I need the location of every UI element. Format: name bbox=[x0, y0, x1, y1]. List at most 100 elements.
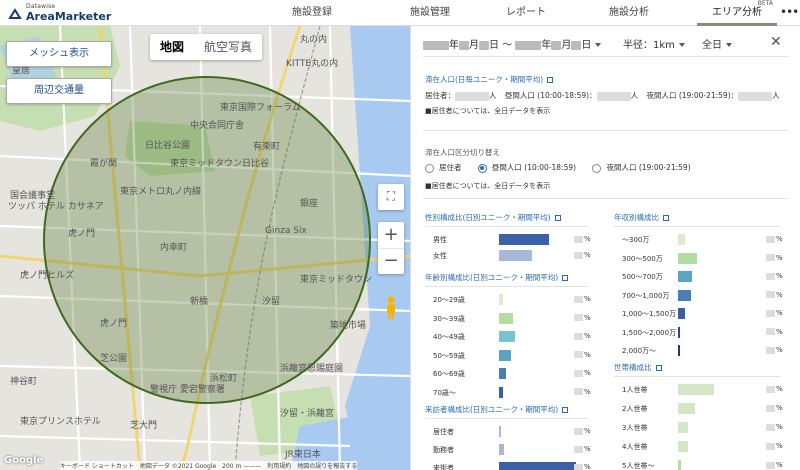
logo-mark-icon bbox=[8, 8, 22, 19]
close-icon[interactable]: ✕ bbox=[770, 34, 782, 50]
top-nav-bar: Datawise AreaMarketer 施設登録 施設管理 レポート 施設分析 エリ… bbox=[0, 0, 800, 26]
radius-select[interactable]: 半径：1km bbox=[623, 36, 685, 51]
zoom-out-button[interactable]: − bbox=[378, 248, 404, 274]
map-view[interactable]: 皇居 丸の内 KITTE丸の内 東京国際フォーラム 中央合同庁舎 日比谷公園 有楽町 霞が関東… bbox=[0, 26, 410, 470]
age-row-label: 20～29歳 bbox=[433, 296, 465, 304]
external-link-icon bbox=[655, 365, 662, 371]
gender-percent: % bbox=[574, 235, 591, 243]
date-range-select[interactable]: 年月日 ～ 年月日 bbox=[423, 36, 602, 51]
radio-nighttime[interactable]: 夜間人口 (19:00-21:59) bbox=[592, 163, 691, 173]
gender-chart-title[interactable]: 性別構成比(日別ユニーク・期間平均) bbox=[425, 212, 561, 223]
map-place-label: 築地市場 bbox=[330, 321, 367, 331]
age-row-label: 30～39歳 bbox=[433, 314, 465, 323]
income-bar bbox=[678, 345, 680, 356]
external-link-icon bbox=[562, 407, 569, 413]
map-type-toggle: 地図 航空写真 bbox=[150, 34, 263, 60]
fullscreen-icon[interactable]: ⛶ bbox=[378, 184, 404, 210]
population-type-radio-group: 居住者 昼間人口 (10:00-18:59) 夜間人口 (19:00-21:59… bbox=[425, 162, 691, 173]
map-place-label: 浜離宮恩賜庭園 bbox=[280, 364, 344, 374]
visitor-chart-title[interactable]: 来訪者構成比(日別ユニーク・期間平均) bbox=[425, 404, 569, 415]
age-percent: % bbox=[574, 295, 591, 303]
gender-row-label: 女性 bbox=[433, 252, 447, 260]
radio-daytime[interactable]: 昼間人口 (10:00-18:59) bbox=[477, 163, 576, 173]
nav-tab-3[interactable]: 施設分析 bbox=[594, 0, 664, 26]
map-place-label: 汐留・浜離宮 bbox=[280, 409, 335, 419]
household-bar bbox=[678, 422, 688, 433]
age-row-label: 70歳～ bbox=[433, 388, 456, 397]
street-view-pegman-icon[interactable] bbox=[384, 296, 398, 320]
income-row-label: 1,000～1,500万 bbox=[622, 310, 677, 318]
household-percent: % bbox=[766, 404, 783, 412]
income-bar bbox=[678, 271, 692, 282]
time-range-select[interactable]: 全日 bbox=[702, 36, 732, 51]
age-row-label: 60～69歳 bbox=[433, 370, 465, 378]
income-percent: % bbox=[766, 235, 783, 243]
income-percent: % bbox=[766, 272, 783, 280]
map-place-label: 虎ノ門 bbox=[100, 319, 128, 329]
visitor-percent: % bbox=[574, 445, 591, 453]
household-row-label: 1人世帯 bbox=[622, 386, 648, 394]
age-percent: % bbox=[574, 388, 591, 396]
visitor-bar bbox=[499, 426, 501, 437]
household-row-label: 5人世帯～ bbox=[622, 462, 655, 470]
income-row-label: ～300万 bbox=[622, 236, 650, 244]
map-place-label: 日比谷公園 bbox=[145, 141, 191, 151]
map-place-label: 芝大門 bbox=[130, 421, 158, 431]
zoom-in-button[interactable]: + bbox=[378, 222, 404, 248]
household-row-label: 2人世帯 bbox=[622, 405, 648, 413]
map-type-map[interactable]: 地図 bbox=[150, 34, 194, 60]
area-analysis-panel: 年月日 ～ 年月日 半径：1km 全日 ✕ 滞在人口(日毎ユニーク・期間平均) … bbox=[410, 26, 800, 470]
nav-tab-1[interactable]: 施設管理 bbox=[395, 0, 465, 26]
nav-tab-0[interactable]: 施設登録 bbox=[277, 0, 347, 26]
logo-subtitle: Datawise bbox=[26, 3, 56, 10]
age-percent: % bbox=[574, 314, 591, 322]
map-place-label: 霞が関 bbox=[90, 159, 118, 169]
map-place-label: 有楽町 bbox=[253, 142, 281, 152]
household-row-label: 3人世帯 bbox=[622, 424, 648, 432]
map-place-label: 汐留 bbox=[262, 297, 281, 307]
chevron-down-icon bbox=[595, 43, 602, 47]
age-percent: % bbox=[574, 332, 591, 340]
nav-tab-2[interactable]: レポート bbox=[491, 0, 561, 26]
map-place-label: 警視庁 愛宕警察署 bbox=[150, 385, 225, 395]
external-link-icon bbox=[663, 215, 669, 221]
income-chart-title[interactable]: 年収別構成比 bbox=[614, 212, 669, 223]
map-place-label: 新橋 bbox=[190, 297, 209, 307]
map-place-label: Ginza Six bbox=[265, 226, 307, 236]
stay-population-title[interactable]: 滞在人口(日毎ユニーク・期間平均) bbox=[425, 74, 554, 85]
household-bar bbox=[678, 403, 696, 414]
map-place-label: 東京プリンスホテル bbox=[20, 417, 101, 427]
visitor-bar bbox=[499, 444, 504, 455]
income-bar bbox=[678, 234, 686, 245]
income-bar bbox=[678, 252, 698, 264]
income-percent: % bbox=[766, 254, 783, 262]
age-bar bbox=[499, 294, 503, 305]
age-bar bbox=[499, 368, 507, 379]
income-bar bbox=[678, 326, 681, 338]
map-footer[interactable]: キーボード ショートカット 地図データ ©2021 Google 200 m —… bbox=[60, 461, 358, 470]
household-bar bbox=[678, 460, 681, 470]
map-place-label: 神谷町 bbox=[10, 377, 38, 387]
external-link-icon bbox=[562, 275, 569, 281]
age-chart-title[interactable]: 年齢別構成比(日別ユニーク・期間平均) bbox=[425, 272, 569, 283]
visitor-row-label: 勤務者 bbox=[433, 446, 454, 454]
map-place-label: 丸の内 bbox=[300, 35, 328, 45]
more-menu-icon[interactable]: ••• bbox=[780, 0, 799, 24]
radio-resident[interactable]: 居住者 bbox=[425, 163, 462, 173]
visitor-row-label: 来街者 bbox=[433, 464, 454, 470]
household-chart-title[interactable]: 世帯構成比 bbox=[614, 362, 662, 373]
age-bar bbox=[499, 331, 515, 342]
app-logo[interactable]: Datawise AreaMarketer bbox=[8, 3, 111, 23]
resident-note: ■居住者については、全日データを表示 bbox=[425, 107, 551, 115]
household-row-label: 4人世帯 bbox=[622, 443, 648, 451]
map-type-aerial[interactable]: 航空写真 bbox=[194, 34, 262, 60]
visitor-percent: % bbox=[574, 427, 591, 435]
household-percent: % bbox=[766, 442, 783, 450]
income-percent: % bbox=[766, 328, 783, 336]
traffic-volume-button[interactable]: 周辺交通量 bbox=[6, 78, 112, 104]
map-place-label: KITTE丸の内 bbox=[286, 59, 339, 69]
beta-badge: BETA bbox=[757, 0, 773, 7]
mesh-display-button[interactable]: メッシュ表示 bbox=[6, 41, 112, 67]
income-bar bbox=[678, 308, 686, 319]
logo-title: AreaMarketer bbox=[26, 10, 112, 23]
